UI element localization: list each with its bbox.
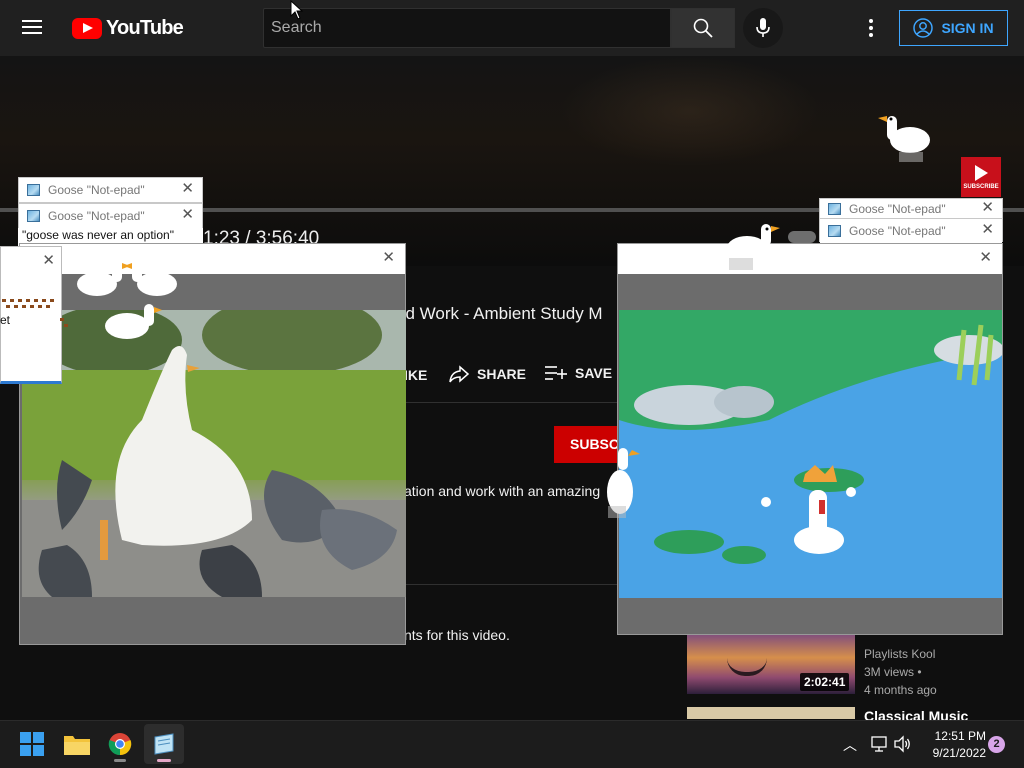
running-indicator — [114, 759, 126, 762]
play-icon — [974, 164, 988, 181]
window-title: Goose "Not-epad" — [48, 183, 145, 197]
chrome-button[interactable] — [100, 724, 140, 764]
volume-icon[interactable] — [894, 735, 912, 753]
video-title: nd Work - Ambient Study M — [396, 304, 603, 323]
save-label: SAVE — [575, 365, 613, 381]
video-duration-badge: 2:02:41 — [800, 673, 850, 691]
youtube-play-icon — [72, 17, 102, 39]
subscribe-watermark[interactable]: SUBSCRIBE — [961, 157, 1001, 197]
notepad-icon — [27, 210, 40, 222]
goose-and-pigeons-image — [22, 310, 406, 597]
cartoon-goose-pond-image — [619, 310, 1002, 598]
divider — [405, 584, 618, 585]
muddy-footprints-trail — [2, 299, 68, 327]
chrome-icon — [108, 733, 132, 756]
like-button[interactable]: IKE — [404, 367, 427, 383]
notepad-window[interactable]: Goose "Not-epad" ✕ — [18, 177, 203, 203]
start-button[interactable] — [12, 724, 52, 764]
subscribe-watermark-label: SUBSCRIBE — [963, 183, 999, 190]
close-icon[interactable]: ✕ — [979, 250, 992, 266]
sign-in-label: SIGN IN — [941, 20, 994, 36]
search-input[interactable]: Search — [263, 8, 671, 48]
close-icon[interactable]: ✕ — [382, 250, 395, 266]
autoplay-toggle[interactable] — [788, 231, 816, 243]
goose-sprite — [607, 448, 640, 518]
goose-sprite-group — [77, 260, 177, 339]
close-icon[interactable]: ✕ — [981, 222, 994, 238]
notepad-icon — [828, 225, 841, 237]
more-options-icon[interactable] — [860, 16, 882, 40]
goose-sprite — [727, 224, 780, 270]
divider — [405, 402, 618, 403]
video-description: ation and work with an amazing — [404, 483, 601, 499]
related-video-channel[interactable]: Playlists Kool — [864, 647, 935, 661]
goose-sprite — [878, 116, 930, 162]
related-video-age: 4 months ago — [864, 683, 937, 697]
active-indicator — [157, 759, 171, 762]
close-icon[interactable]: ✕ — [181, 181, 194, 197]
video-frame-glow — [560, 56, 820, 166]
share-label: SHARE — [477, 366, 527, 382]
hamburger-menu-icon[interactable] — [22, 16, 50, 40]
notepad-icon — [154, 733, 174, 755]
close-icon[interactable]: ✕ — [42, 253, 55, 269]
youtube-wordmark: YouTube — [106, 16, 184, 39]
related-video-thumbnail[interactable] — [687, 707, 855, 719]
youtube-logo[interactable]: YouTube — [72, 16, 184, 40]
voice-search-button[interactable] — [743, 8, 783, 48]
comments-disabled-notice: nts for this video. — [404, 627, 510, 643]
search-icon — [693, 18, 713, 38]
notepad-taskbar-button[interactable] — [144, 724, 184, 764]
share-button[interactable]: SHARE — [449, 365, 526, 383]
notepad-icon — [828, 203, 841, 215]
taskbar-clock-date[interactable]: 9/21/2022 — [922, 746, 986, 760]
taskbar-clock-time[interactable]: 12:51 PM — [930, 729, 986, 743]
related-video-views: 3M views • — [864, 665, 922, 679]
window-title: Goose "Not-epad" — [849, 224, 946, 238]
search-button[interactable] — [671, 8, 735, 48]
tray-overflow-chevron-icon[interactable]: ︿ — [843, 735, 857, 755]
network-icon[interactable] — [871, 735, 889, 753]
notepad-icon — [27, 184, 40, 196]
notepad-window[interactable]: Goose "Not-epad" ✕ — [819, 218, 1003, 243]
save-button[interactable]: SAVE — [545, 365, 612, 381]
window-title: Goose "Not-epad" — [849, 202, 946, 216]
file-explorer-button[interactable] — [57, 724, 97, 764]
notepad-window[interactable]: Goose "Not-epad" ✕ — [18, 203, 203, 229]
playlist-add-icon — [545, 366, 567, 380]
windows-logo-icon — [20, 732, 44, 756]
close-icon[interactable]: ✕ — [981, 200, 994, 216]
mouse-cursor-icon — [290, 0, 304, 20]
folder-icon — [64, 736, 90, 755]
share-icon — [449, 365, 469, 383]
notepad-window[interactable]: Goose "Not-epad" ✕ — [819, 198, 1003, 220]
user-circle-icon — [913, 18, 934, 38]
close-icon[interactable]: ✕ — [181, 207, 194, 223]
notification-badge[interactable]: 2 — [988, 736, 1005, 753]
microphone-icon — [756, 18, 770, 37]
boat-silhouette — [727, 658, 767, 676]
sign-in-button[interactable]: SIGN IN — [899, 10, 1008, 46]
window-title: Goose "Not-epad" — [48, 209, 145, 223]
